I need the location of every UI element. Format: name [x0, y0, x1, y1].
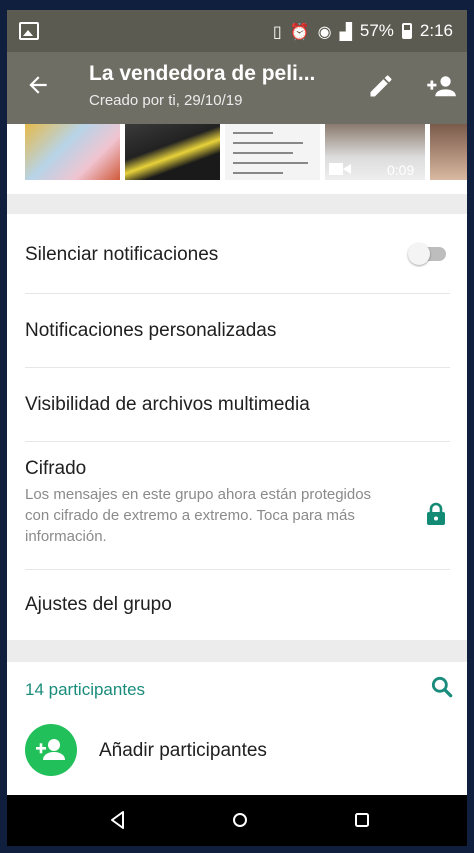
group-settings-row[interactable]: Ajustes del grupo — [25, 570, 450, 640]
android-nav-bar — [7, 795, 467, 846]
encryption-title: Cifrado — [25, 458, 87, 479]
battery-icon — [401, 23, 412, 39]
mute-toggle[interactable] — [408, 243, 446, 265]
app-bar: La vendedora de peli... Creado por ti, 2… — [7, 52, 467, 124]
group-settings-label: Ajustes del grupo — [25, 594, 172, 615]
add-person-icon[interactable] — [425, 72, 459, 102]
video-camera-icon — [329, 162, 351, 179]
status-left — [19, 22, 39, 40]
media-thumbnail[interactable] — [25, 124, 120, 180]
battery-percent: 57% — [359, 21, 394, 40]
encryption-row[interactable]: Cifrado Los mensajes en este grupo ahora… — [25, 442, 450, 570]
encryption-description: Los mensajes en este grupo ahora están p… — [25, 486, 372, 545]
media-thumbnail[interactable] — [430, 124, 467, 180]
status-bar: ▯ ⏰ ◉ ▟ 57% 2:16 — [7, 10, 467, 52]
wifi-icon: ◉ — [317, 21, 332, 41]
vibrate-icon: ▯ — [272, 21, 282, 41]
add-participant-avatar — [25, 724, 77, 776]
media-strip: 0:09 — [7, 124, 467, 194]
toggle-knob — [408, 243, 430, 265]
signal-icon: ▟ — [339, 21, 352, 41]
participants-count: 14 participantes — [25, 680, 146, 699]
alarm-icon: ⏰ — [289, 21, 310, 41]
image-icon — [19, 22, 39, 40]
status-right: ▯ ⏰ ◉ ▟ 57% 2:16 — [273, 21, 453, 41]
video-duration: 0:09 — [387, 162, 415, 178]
add-participants-label: Añadir participantes — [99, 740, 267, 761]
thumb-text-line — [233, 162, 308, 164]
edit-pencil-icon[interactable] — [367, 72, 397, 102]
media-thumbnail[interactable] — [125, 124, 220, 180]
media-visibility-label: Visibilidad de archivos multimedia — [25, 394, 310, 415]
section-divider — [7, 640, 467, 662]
thumb-text-line — [233, 142, 303, 144]
nav-home-icon[interactable] — [229, 809, 253, 833]
thumb-text-line — [233, 172, 283, 174]
participants-section: 14 participantes Añadir participantes — [7, 662, 467, 795]
back-arrow-icon[interactable] — [25, 72, 55, 102]
phone-screen: ▯ ⏰ ◉ ▟ 57% 2:16 La vendedora de peli...… — [7, 10, 467, 846]
custom-notifications-row[interactable]: Notificaciones personalizadas — [25, 294, 450, 368]
clock: 2:16 — [419, 21, 453, 40]
thumb-text-line — [233, 132, 273, 134]
add-participants-row[interactable]: Añadir participantes — [25, 724, 450, 778]
search-icon[interactable] — [429, 674, 459, 704]
settings-section: Silenciar notificaciones Notificaciones … — [7, 214, 467, 640]
custom-notifications-label: Notificaciones personalizadas — [25, 320, 277, 341]
add-person-icon — [36, 739, 65, 760]
header-titles[interactable]: La vendedora de peli... Creado por ti, 2… — [89, 62, 315, 109]
mute-notifications-row[interactable]: Silenciar notificaciones — [25, 214, 450, 294]
media-thumbnail[interactable] — [225, 124, 320, 180]
section-divider — [7, 194, 467, 214]
nav-recents-icon[interactable] — [351, 809, 375, 833]
group-title: La vendedora de peli... — [89, 62, 316, 85]
nav-back-icon[interactable] — [107, 809, 131, 833]
group-subtitle: Creado por ti, 29/10/19 — [89, 92, 243, 109]
media-visibility-row[interactable]: Visibilidad de archivos multimedia — [25, 368, 450, 442]
lock-icon — [426, 502, 448, 528]
thumb-text-line — [233, 152, 293, 154]
mute-notifications-label: Silenciar notificaciones — [25, 244, 219, 265]
